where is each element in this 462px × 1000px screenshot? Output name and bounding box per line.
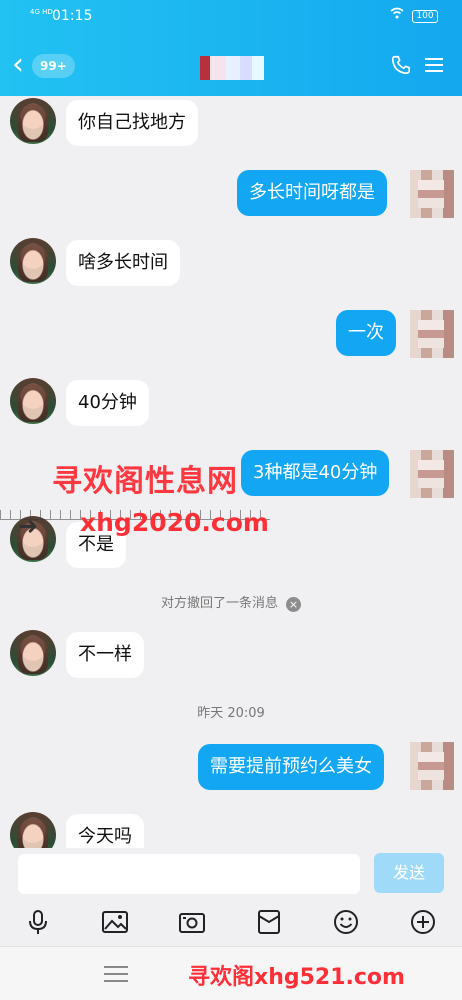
unread-badge[interactable]: 99+	[32, 54, 75, 78]
close-icon[interactable]: ×	[286, 597, 301, 612]
incoming-message[interactable]: 40分钟	[66, 380, 149, 426]
chat-header: 4G HD 01:15 100 ‹ 99+	[0, 0, 462, 96]
watermark-text: 寻欢阁性息网	[52, 464, 238, 499]
watermark-url: xhg2020.com	[80, 508, 269, 537]
my-avatar[interactable]	[410, 450, 454, 498]
microphone-icon[interactable]	[24, 908, 52, 936]
my-avatar[interactable]	[410, 742, 454, 790]
input-toolbar	[0, 900, 462, 946]
system-nav-bar: 寻欢阁xhg521.com	[0, 946, 462, 1000]
message-input[interactable]	[18, 854, 360, 894]
contact-avatar[interactable]	[10, 630, 56, 676]
input-bar: 发送	[0, 848, 462, 900]
incoming-message[interactable]: 你自己找地方	[66, 100, 198, 146]
recall-text: 对方撤回了一条消息	[160, 596, 278, 611]
send-button[interactable]: 发送	[374, 853, 444, 893]
outgoing-message[interactable]: 3种都是40分钟	[241, 450, 390, 496]
battery-indicator: 100	[412, 10, 438, 23]
contact-avatar[interactable]	[10, 98, 56, 144]
signal-indicator: 4G HD	[30, 8, 53, 16]
contact-avatar[interactable]	[10, 238, 56, 284]
outgoing-message[interactable]: 需要提前预约么美女	[198, 744, 384, 790]
status-bar: 4G HD 01:15 100	[0, 0, 462, 32]
emoji-icon[interactable]	[332, 908, 360, 936]
camera-icon[interactable]	[178, 908, 206, 936]
my-avatar[interactable]	[410, 310, 454, 358]
status-time: 01:15	[52, 8, 93, 24]
incoming-message[interactable]: 今天吗	[66, 814, 144, 848]
back-chevron-icon[interactable]: ‹	[12, 50, 24, 80]
red-envelope-icon[interactable]	[255, 908, 283, 936]
image-icon[interactable]	[101, 908, 129, 936]
plus-icon[interactable]	[409, 908, 437, 936]
recall-notice: 对方撤回了一条消息 ×	[0, 592, 462, 612]
contact-name-pixelated	[200, 56, 264, 80]
my-avatar[interactable]	[410, 170, 454, 218]
incoming-message[interactable]: 不一样	[66, 632, 144, 678]
menu-icon[interactable]	[424, 55, 444, 75]
footer-watermark: 寻欢阁xhg521.com	[188, 965, 405, 990]
contact-avatar[interactable]	[10, 378, 56, 424]
outgoing-message[interactable]: 多长时间呀都是	[237, 170, 387, 216]
wifi-icon	[390, 7, 404, 22]
menu-icon[interactable]	[104, 965, 128, 983]
outgoing-message[interactable]: 一次	[336, 310, 396, 356]
watermark-arrow-icon: ➜	[18, 512, 39, 540]
phone-icon[interactable]	[390, 54, 412, 76]
timestamp: 昨天 20:09	[197, 706, 265, 721]
incoming-message[interactable]: 啥多长时间	[66, 240, 180, 286]
